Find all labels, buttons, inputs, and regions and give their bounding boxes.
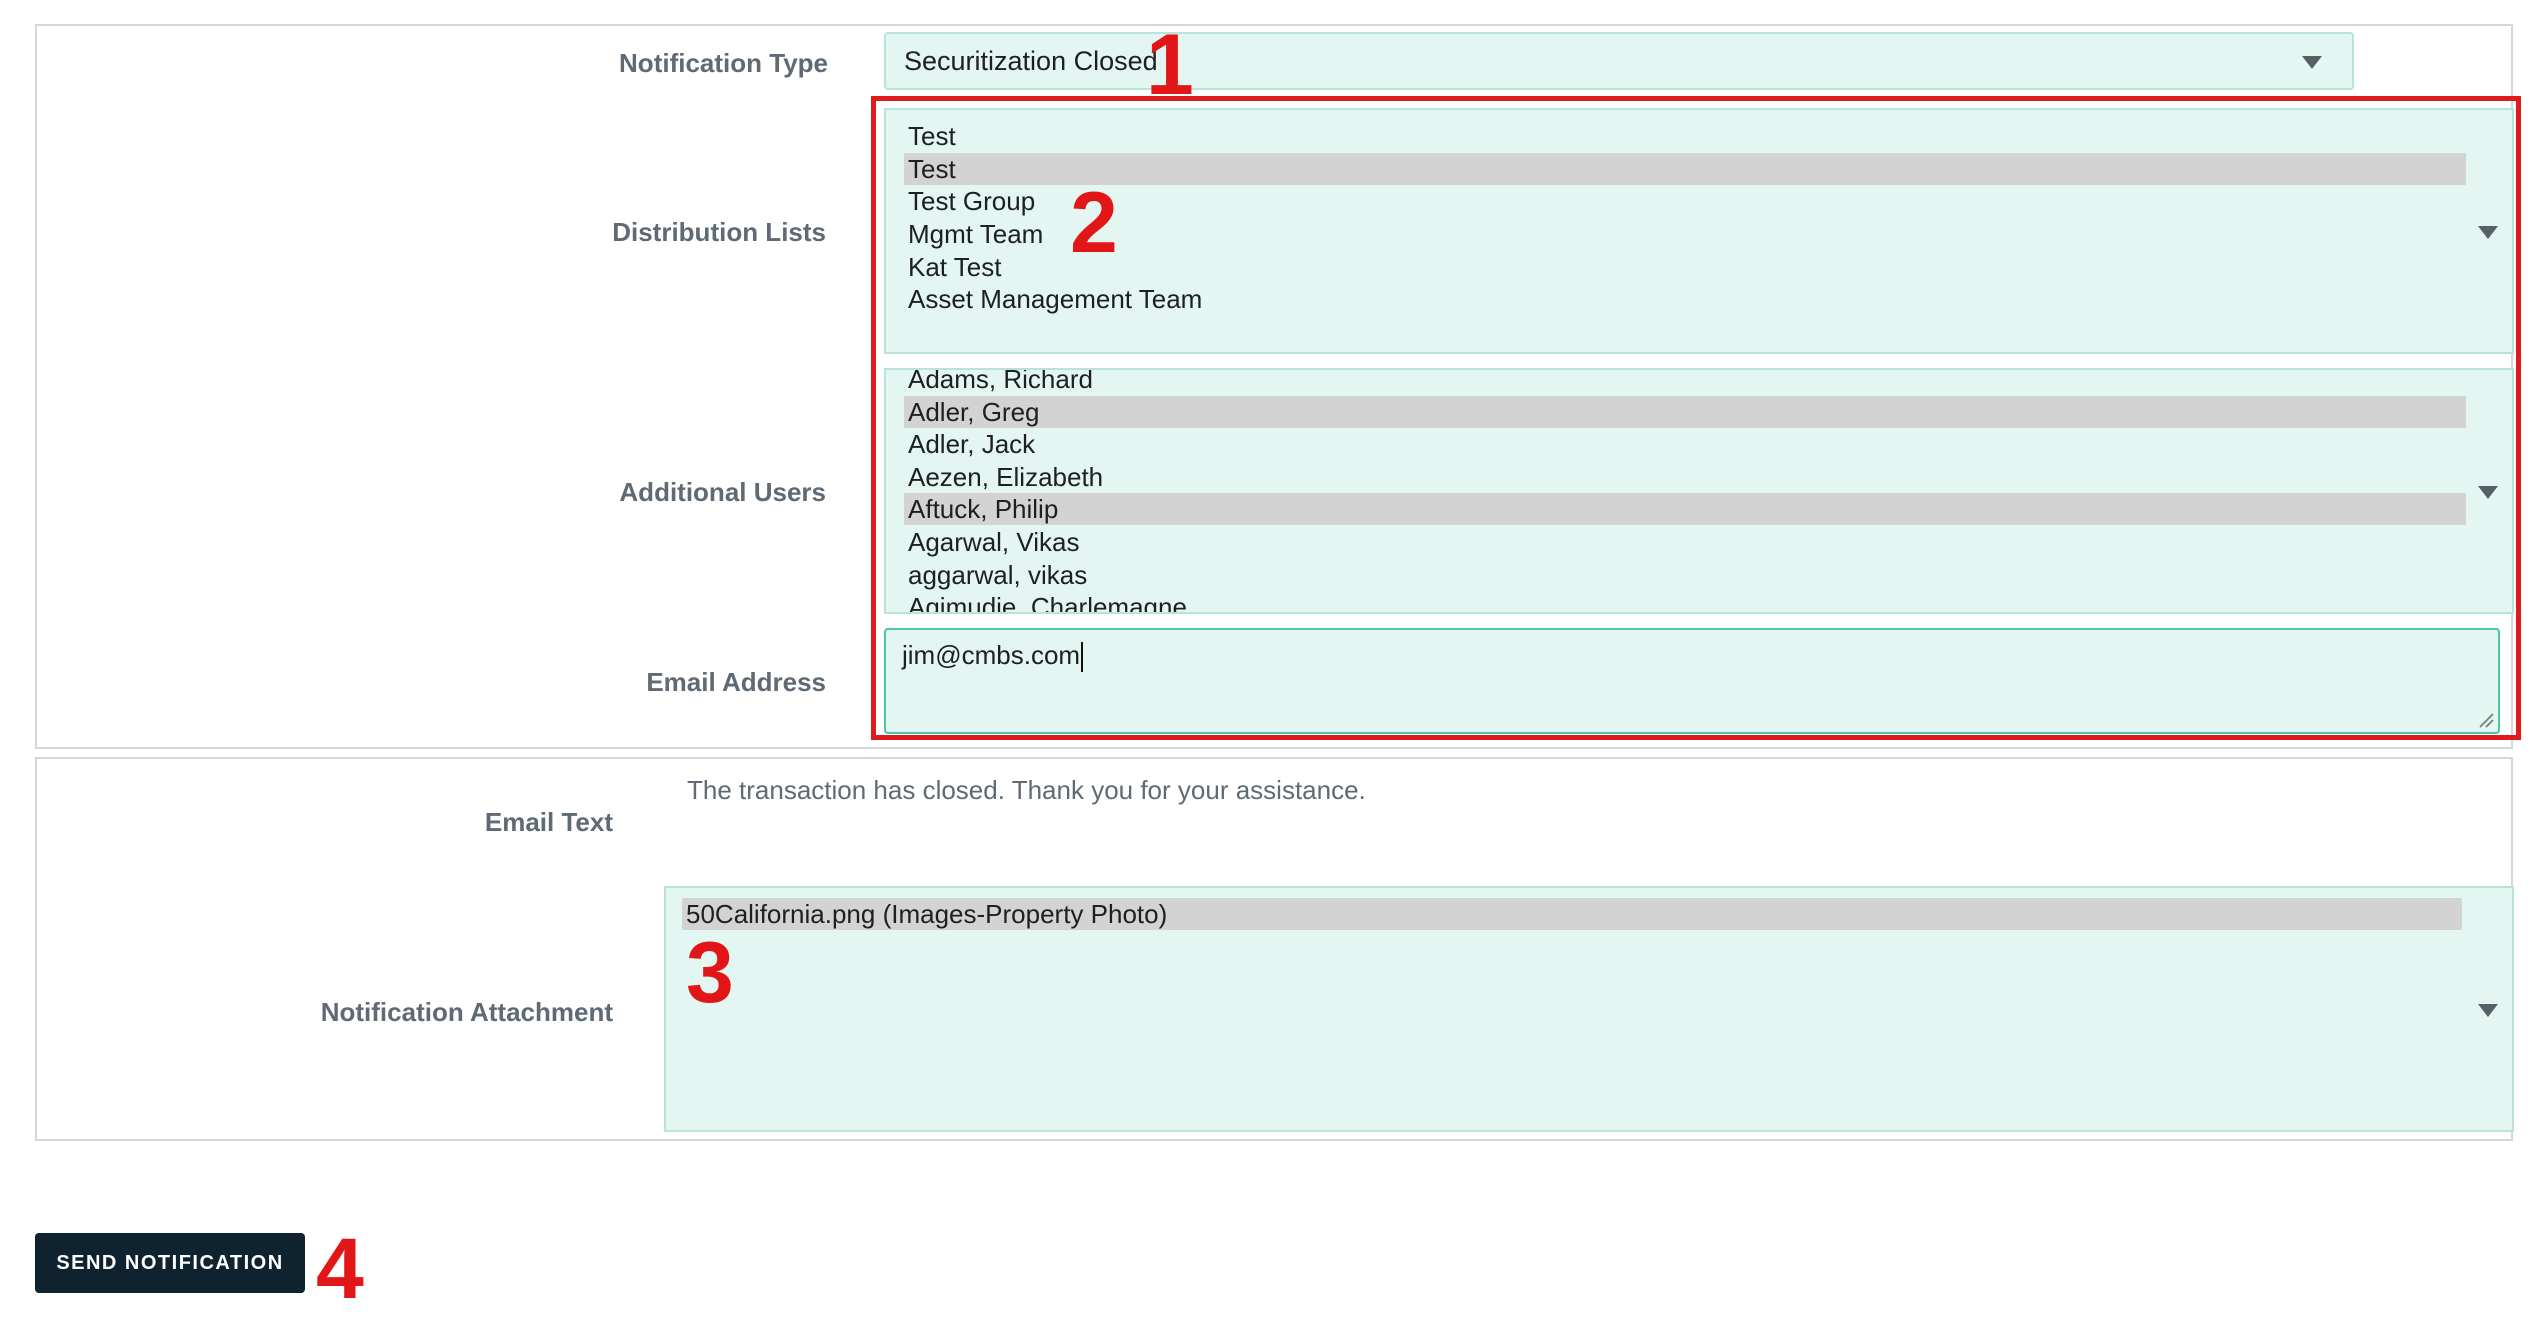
distribution-lists-label: Distribution Lists xyxy=(612,217,826,247)
additional-users-label: Additional Users xyxy=(619,477,826,507)
chevron-down-icon xyxy=(2478,1004,2498,1017)
annotation-number-1: 1 xyxy=(1146,17,1194,113)
annotation-number-3: 3 xyxy=(686,925,734,1021)
email-text-label: Email Text xyxy=(484,807,613,837)
notification-type-label: Notification Type xyxy=(619,48,828,78)
send-notification-button[interactable]: SEND NOTIFICATION xyxy=(35,1233,305,1293)
email-address-label: Email Address xyxy=(646,667,826,697)
notification-attachment-label: Notification Attachment xyxy=(320,997,613,1027)
notification-attachment-multiselect[interactable]: 50California.png (Images-Property Photo) xyxy=(664,886,2514,1132)
notification-type-value: Securitization Closed xyxy=(904,46,1158,76)
annotation-number-4: 4 xyxy=(316,1221,364,1317)
annotation-box-2 xyxy=(871,96,2521,740)
notification-type-select[interactable]: Securitization Closed xyxy=(884,32,2354,90)
chevron-down-icon xyxy=(2302,56,2322,69)
annotation-number-2: 2 xyxy=(1070,175,1118,271)
email-text-value[interactable]: The transaction has closed. Thank you fo… xyxy=(687,775,1366,806)
attachment-option-selected[interactable]: 50California.png (Images-Property Photo) xyxy=(682,898,2462,930)
